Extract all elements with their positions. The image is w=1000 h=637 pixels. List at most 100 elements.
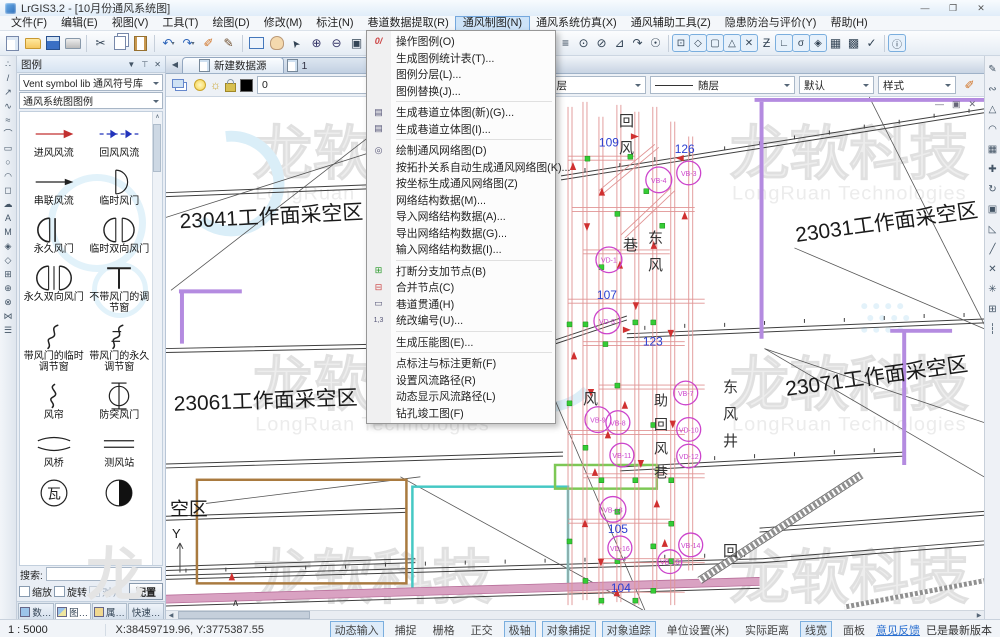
feedback-link[interactable]: 意见反馈 [876, 622, 920, 637]
cut-icon[interactable]: ✂ [91, 34, 110, 53]
osnap-quadrant-toggle[interactable]: ◈ [810, 35, 826, 51]
save-icon[interactable] [43, 34, 62, 53]
menu-item-set-airflow-path[interactable]: 设置风流路径(R) [367, 372, 555, 389]
close-button[interactable]: ✕ [967, 3, 995, 14]
panel-toggle[interactable]: 面板 [838, 621, 870, 637]
real-distance-toggle[interactable]: 实际距离 [740, 621, 794, 637]
measure-triangle-icon[interactable]: ⊿ [611, 34, 628, 53]
legend-item-series-airflow[interactable]: 串联风流 [21, 168, 87, 207]
spline-tool-icon[interactable]: ≈ [6, 115, 11, 125]
circle-tool-icon[interactable]: ○ [5, 157, 10, 167]
scale-icon[interactable]: ▣ [988, 204, 997, 215]
symbol-lib-select[interactable]: Vent symbol lib 通风符号库 [19, 74, 163, 91]
layer-manager-icon[interactable] [171, 76, 190, 95]
snap-toggle[interactable]: 捕捉 [390, 621, 422, 637]
open-file-icon[interactable] [23, 34, 42, 53]
move-icon[interactable]: ✚ [988, 164, 996, 175]
legend-item-air-bridge[interactable]: 风桥 [21, 430, 87, 469]
zoom-rect-icon[interactable]: ▣ [347, 34, 366, 53]
drawing-tab-new-datasource[interactable]: 新建数据源 [182, 57, 284, 73]
pan-hand-icon[interactable] [267, 34, 286, 53]
tab-legend[interactable]: 图… [55, 603, 91, 619]
node-merge-tool-icon[interactable]: ⊗ [4, 297, 12, 307]
menu-item-legend-layering[interactable]: 图例分层(L)... [367, 66, 555, 83]
measure-circle-icon[interactable]: ⊙ [575, 34, 592, 53]
drawing-canvas[interactable]: 龙软科技 LongRuan Technologies 龙软科技 LongRuan… [166, 97, 984, 610]
menu-view[interactable]: 视图(V) [105, 17, 156, 30]
menu-hazard-eval[interactable]: 隐患防治与评价(Y) [718, 17, 824, 30]
panel-dropdown-icon[interactable]: ▼ [127, 60, 135, 69]
rotate-icon[interactable]: ↻ [988, 184, 996, 195]
object-snap-toggle[interactable]: 对象捕捉 [542, 621, 596, 637]
erase-icon[interactable]: ✕ [988, 264, 996, 275]
layer-lock-icon[interactable] [225, 83, 236, 92]
legend-item-temp-double-door[interactable]: 临时双向风门 [87, 216, 153, 255]
rectangle-tool-icon[interactable]: ▭ [4, 143, 13, 153]
osnap-endpoint-toggle[interactable]: ⊡ [673, 35, 689, 51]
explode-icon[interactable]: ✳ [988, 284, 996, 295]
grid-a-icon[interactable]: ▦ [827, 34, 844, 53]
undo-button[interactable]: ↶▾ [159, 34, 178, 53]
menu-item-import-network-data[interactable]: 导入网络结构数据(A)... [367, 208, 555, 225]
menu-item-draw-vent-network[interactable]: ◎绘制通风网络图(D) [367, 142, 555, 159]
measure-point-icon[interactable]: ☉ [647, 34, 664, 53]
menu-item-dynamic-airflow-path[interactable]: 动态显示风流路径(L) [367, 388, 555, 405]
menu-item-export-network-data[interactable]: 导出网络结构数据(G)... [367, 225, 555, 242]
legend-item-wind-station[interactable]: 测风站 [87, 430, 153, 469]
rotate-checkbox[interactable] [54, 586, 65, 597]
stretch-icon[interactable]: ⊞ [988, 304, 996, 315]
menu-vent-aux-tools[interactable]: 通风辅助工具(Z) [624, 17, 718, 30]
ray-tool-icon[interactable]: ↗ [4, 87, 12, 97]
menu-item-operate-legend[interactable]: 0/操作图例(O) [367, 33, 555, 50]
osnap-tangent-toggle[interactable]: σ [793, 35, 809, 51]
menu-tools[interactable]: 工具(T) [155, 17, 205, 30]
zoom-checkbox[interactable] [19, 586, 30, 597]
menu-vent-drawing[interactable]: 通风制图(N) [456, 17, 529, 30]
search-input[interactable] [46, 567, 162, 581]
hscroll-thumb[interactable] [178, 611, 310, 619]
linetype-select[interactable]: 随层 [650, 76, 795, 94]
color-select[interactable]: 随层 [541, 76, 646, 94]
hatch-tool-icon[interactable]: ◇ [5, 255, 12, 265]
align-checkbox[interactable] [89, 586, 100, 597]
legend-item-perm-door[interactable]: 永久风门 [21, 216, 87, 255]
osnap-perpendicular-toggle[interactable]: ∟ [776, 35, 792, 51]
menu-vent-simulation[interactable]: 通风系统仿真(X) [529, 17, 624, 30]
scroll-up-icon[interactable]: ∧ [153, 113, 162, 120]
arc-edit-icon[interactable]: ◠ [988, 124, 997, 135]
doc-close-icon[interactable]: ✕ [968, 99, 976, 110]
match-properties-icon[interactable]: ✐ [960, 76, 979, 95]
measure-curve-icon[interactable]: ↷ [629, 34, 646, 53]
divide-icon[interactable]: ┆ [989, 324, 995, 335]
layer-freeze-icon[interactable]: ☼ [210, 78, 221, 92]
legend-item-return-airflow[interactable]: 回风风流 [87, 120, 153, 159]
menu-item-network-by-coords[interactable]: 按坐标生成通风网络图(Z) [367, 175, 555, 192]
tab-data[interactable]: 数… [18, 603, 54, 619]
legend-item-air-curtain[interactable]: 风帘 [21, 382, 87, 421]
pen-icon[interactable]: ✎ [219, 34, 238, 53]
polyline-tool-icon[interactable]: ∿ [4, 101, 12, 111]
layer-on-icon[interactable] [194, 79, 206, 91]
osnap-intersection-toggle[interactable]: ✕ [741, 35, 757, 51]
legend-item-temp-reg-window[interactable]: 带风门的临时调节窗 [21, 323, 87, 373]
chamfer-icon[interactable]: ◺ [989, 224, 997, 235]
menu-draw[interactable]: 绘图(D) [205, 17, 256, 30]
menu-item-legend-stats[interactable]: 生成图例统计表(T)... [367, 50, 555, 67]
menu-item-break-branch-add-node[interactable]: ⊞打断分支加节点(B) [367, 263, 555, 280]
drawing-tab-2[interactable]: 1 [278, 57, 379, 73]
print-icon[interactable] [63, 34, 82, 53]
hscroll-left-icon[interactable]: ◀ [166, 612, 176, 619]
panel-pin-icon[interactable]: ⊤ [141, 60, 148, 69]
mirror-icon[interactable]: △ [989, 104, 997, 115]
menu-item-tunnel-through[interactable]: ▭巷道贯通(H) [367, 296, 555, 313]
arc-tool-icon[interactable]: ⌒ [3, 129, 12, 139]
paste-icon[interactable] [131, 34, 150, 53]
style-select[interactable]: 样式 [878, 76, 956, 94]
grid-toggle[interactable]: 栅格 [428, 621, 460, 637]
legend-item-reg-window-no-door[interactable]: 不带风门的调节窗 [87, 264, 153, 314]
menu-item-network-structure-data[interactable]: 网络结构数据(M)... [367, 192, 555, 209]
menu-item-auto-network-topology[interactable]: 按拓扑关系自动生成通风网络图(K)... [367, 159, 555, 176]
menu-item-input-network-data[interactable]: 输入网络结构数据(I)... [367, 241, 555, 258]
dynamic-input-toggle[interactable]: 动态输入 [330, 621, 384, 637]
info-icon[interactable]: ⓘ [889, 35, 905, 51]
